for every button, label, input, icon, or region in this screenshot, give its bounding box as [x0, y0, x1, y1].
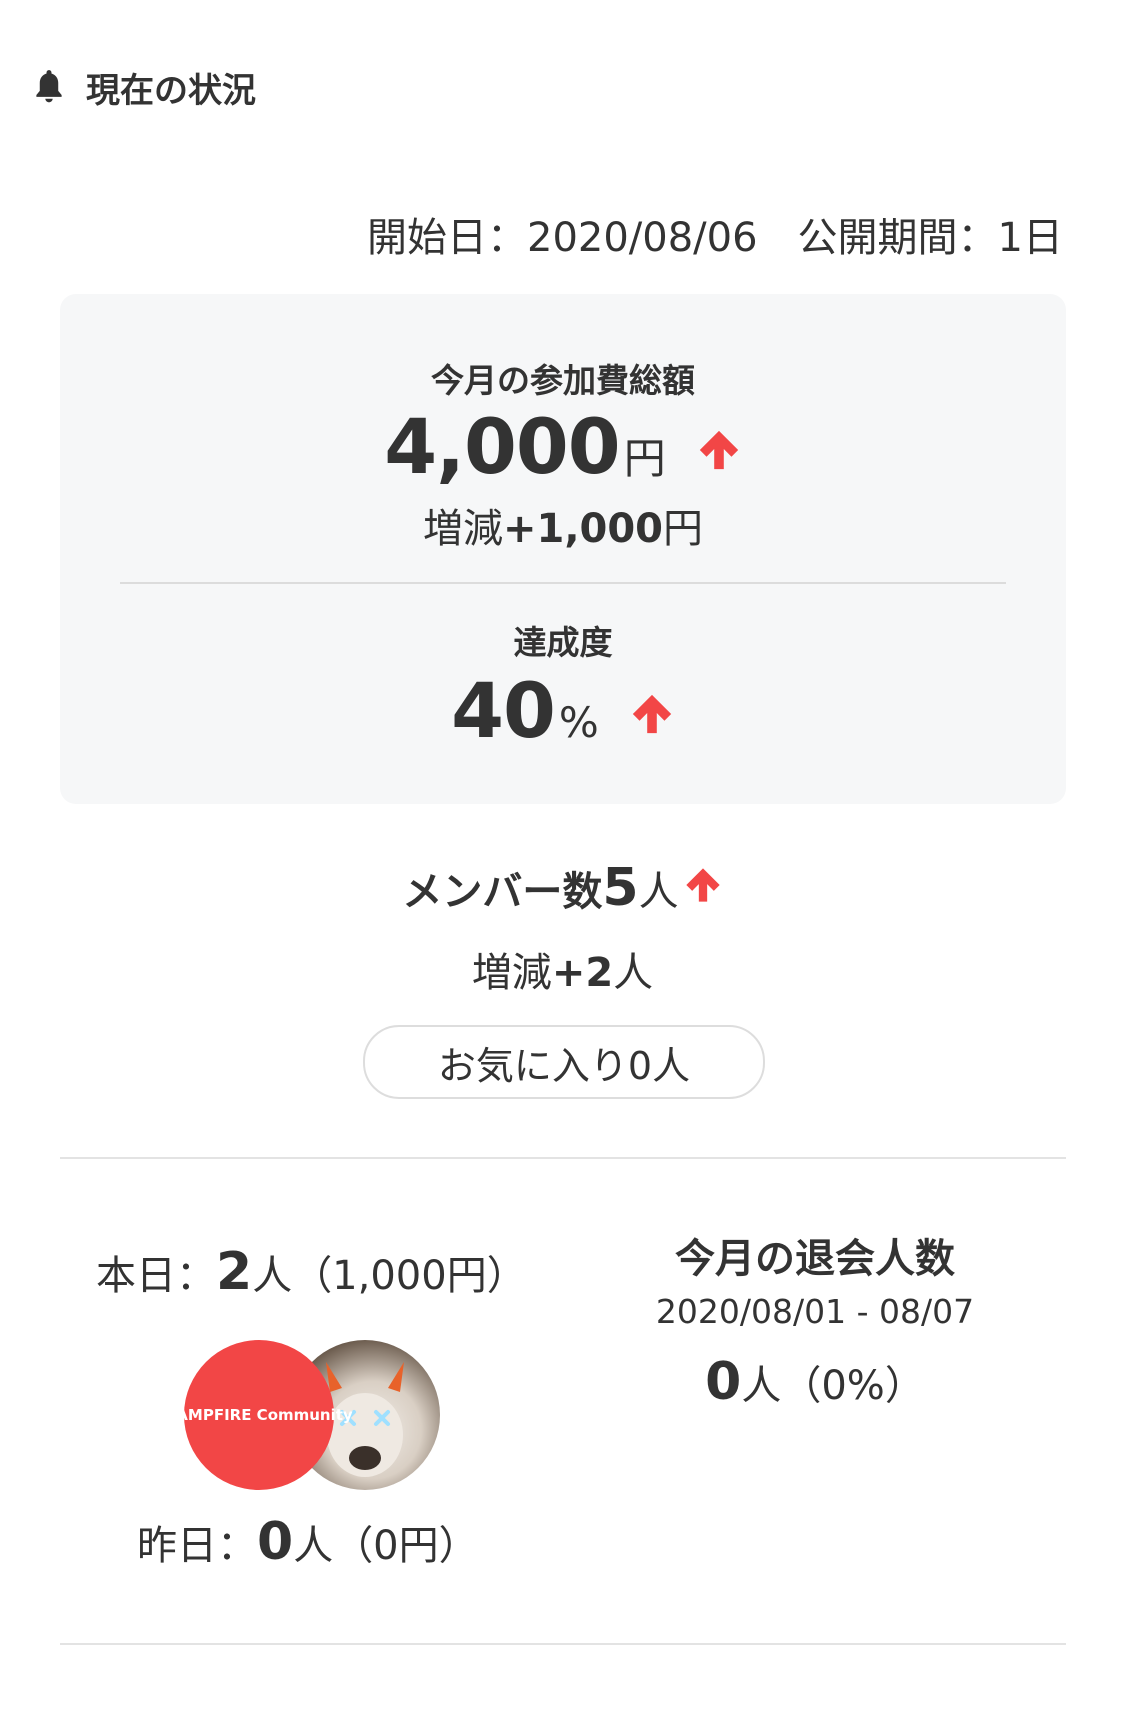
favorites-label: お気に入り0人 — [437, 1043, 691, 1088]
fee-delta-prefix: 増減 — [422, 506, 503, 552]
arrow-up-icon — [683, 865, 723, 915]
achievement-unit: % — [558, 698, 599, 747]
fee-total-value: 4,000円 — [60, 402, 1066, 491]
member-count: メンバー数5人 — [0, 858, 1125, 918]
member-count-unit: 人 — [638, 869, 679, 915]
card-divider — [120, 582, 1006, 584]
public-period: 公開期間：1日 — [797, 215, 1063, 261]
yesterday-amount: （0円） — [333, 1523, 479, 1569]
section-divider-bottom — [60, 1643, 1066, 1645]
leave-range: 2020/08/01 - 08/07 — [655, 1292, 975, 1331]
section-header: 現在の状況 — [30, 62, 256, 112]
yesterday-label: 昨日： — [137, 1523, 257, 1569]
today-label: 本日： — [96, 1253, 216, 1299]
member-count-number: 5 — [602, 858, 639, 918]
fee-delta-value: +1,000 — [502, 506, 664, 552]
fee-delta: 増減+1,000円 — [60, 496, 1066, 554]
achievement-number: 40 — [451, 666, 556, 755]
arrow-up-icon — [629, 691, 675, 741]
member-delta-unit: 人 — [613, 950, 654, 996]
section-divider — [60, 1157, 1066, 1159]
today-count: 2 — [216, 1242, 253, 1302]
bell-icon — [36, 70, 62, 103]
campfire-community-avatar[interactable]: CAMPFIRE Community — [165, 1340, 353, 1490]
member-delta: 増減+2人 — [0, 940, 1125, 998]
member-count-label: メンバー数 — [402, 869, 603, 915]
leave-percent: （0%） — [781, 1363, 925, 1409]
fee-total-label: 今月の参加費総額 — [431, 361, 695, 400]
leave-title: 今月の退会人数 — [675, 1236, 955, 1282]
fee-total-unit: 円 — [623, 434, 666, 483]
favorites-button[interactable]: お気に入り0人 — [363, 1025, 765, 1099]
yesterday-unit: 人 — [293, 1523, 334, 1569]
today-joins: 本日：2人（1,000円） — [96, 1242, 527, 1302]
yesterday-count: 0 — [257, 1512, 294, 1572]
leave-count-unit: 人 — [741, 1363, 782, 1409]
campfire-logo-text: CAMPFIRE Community — [165, 1406, 353, 1424]
project-meta: 開始日：2020/08/06 公開期間：1日 — [367, 205, 1063, 263]
section-title: 現在の状況 — [86, 70, 256, 111]
leave-count: 0人（0%） — [650, 1352, 980, 1412]
achievement-value: 40% — [60, 666, 1066, 755]
member-delta-prefix: 増減 — [471, 950, 552, 996]
today-amount: （1,000円） — [292, 1253, 527, 1299]
yesterday-joins: 昨日：0人（0円） — [137, 1512, 479, 1572]
today-unit: 人 — [252, 1253, 293, 1299]
member-delta-value: +2 — [551, 950, 614, 996]
arrow-up-icon — [696, 427, 742, 477]
achievement-label: 達成度 — [513, 623, 613, 662]
fee-delta-unit: 円 — [663, 506, 704, 552]
leave-count-number: 0 — [705, 1352, 742, 1412]
start-date: 開始日：2020/08/06 — [367, 215, 758, 261]
fee-total-amount: 4,000 — [384, 402, 620, 491]
stats-card: 今月の参加費総額 4,000円 増減+1,000円 達成度 40% — [60, 294, 1066, 804]
